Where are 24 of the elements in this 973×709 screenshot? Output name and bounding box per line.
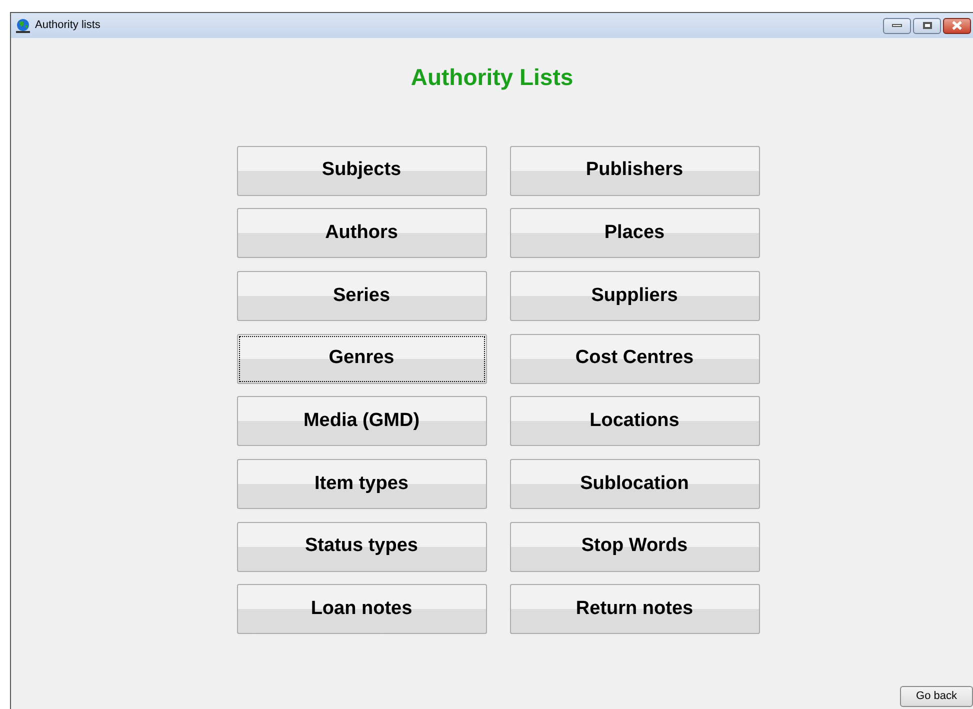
- minimize-button[interactable]: [883, 18, 911, 34]
- list-button[interactable]: Stop Words: [510, 522, 760, 572]
- page-heading: Authority Lists: [410, 63, 574, 92]
- list-button[interactable]: Status types: [236, 522, 486, 572]
- list-button[interactable]: Suppliers: [510, 270, 760, 321]
- list-button[interactable]: Series: [236, 270, 486, 321]
- list-button[interactable]: Sublocation: [510, 458, 760, 509]
- list-button[interactable]: Item types: [236, 458, 486, 509]
- go-back-button[interactable]: Go back: [900, 686, 973, 707]
- list-button[interactable]: Loan notes: [236, 584, 486, 634]
- window-title: Authority lists: [35, 18, 100, 34]
- list-button[interactable]: Genres: [236, 334, 486, 384]
- list-button[interactable]: Authors: [236, 208, 486, 258]
- maximize-button[interactable]: [913, 18, 941, 34]
- list-button[interactable]: Subjects: [236, 146, 486, 196]
- globe-icon: [15, 18, 31, 34]
- close-icon: [952, 21, 962, 30]
- list-button[interactable]: Publishers: [510, 146, 760, 196]
- list-button[interactable]: Cost Centres: [510, 334, 760, 384]
- close-button[interactable]: [943, 18, 971, 34]
- list-button[interactable]: Return notes: [510, 584, 760, 634]
- list-button[interactable]: Media (GMD): [236, 396, 486, 446]
- list-button[interactable]: Places: [510, 208, 760, 258]
- list-button[interactable]: Locations: [510, 396, 760, 446]
